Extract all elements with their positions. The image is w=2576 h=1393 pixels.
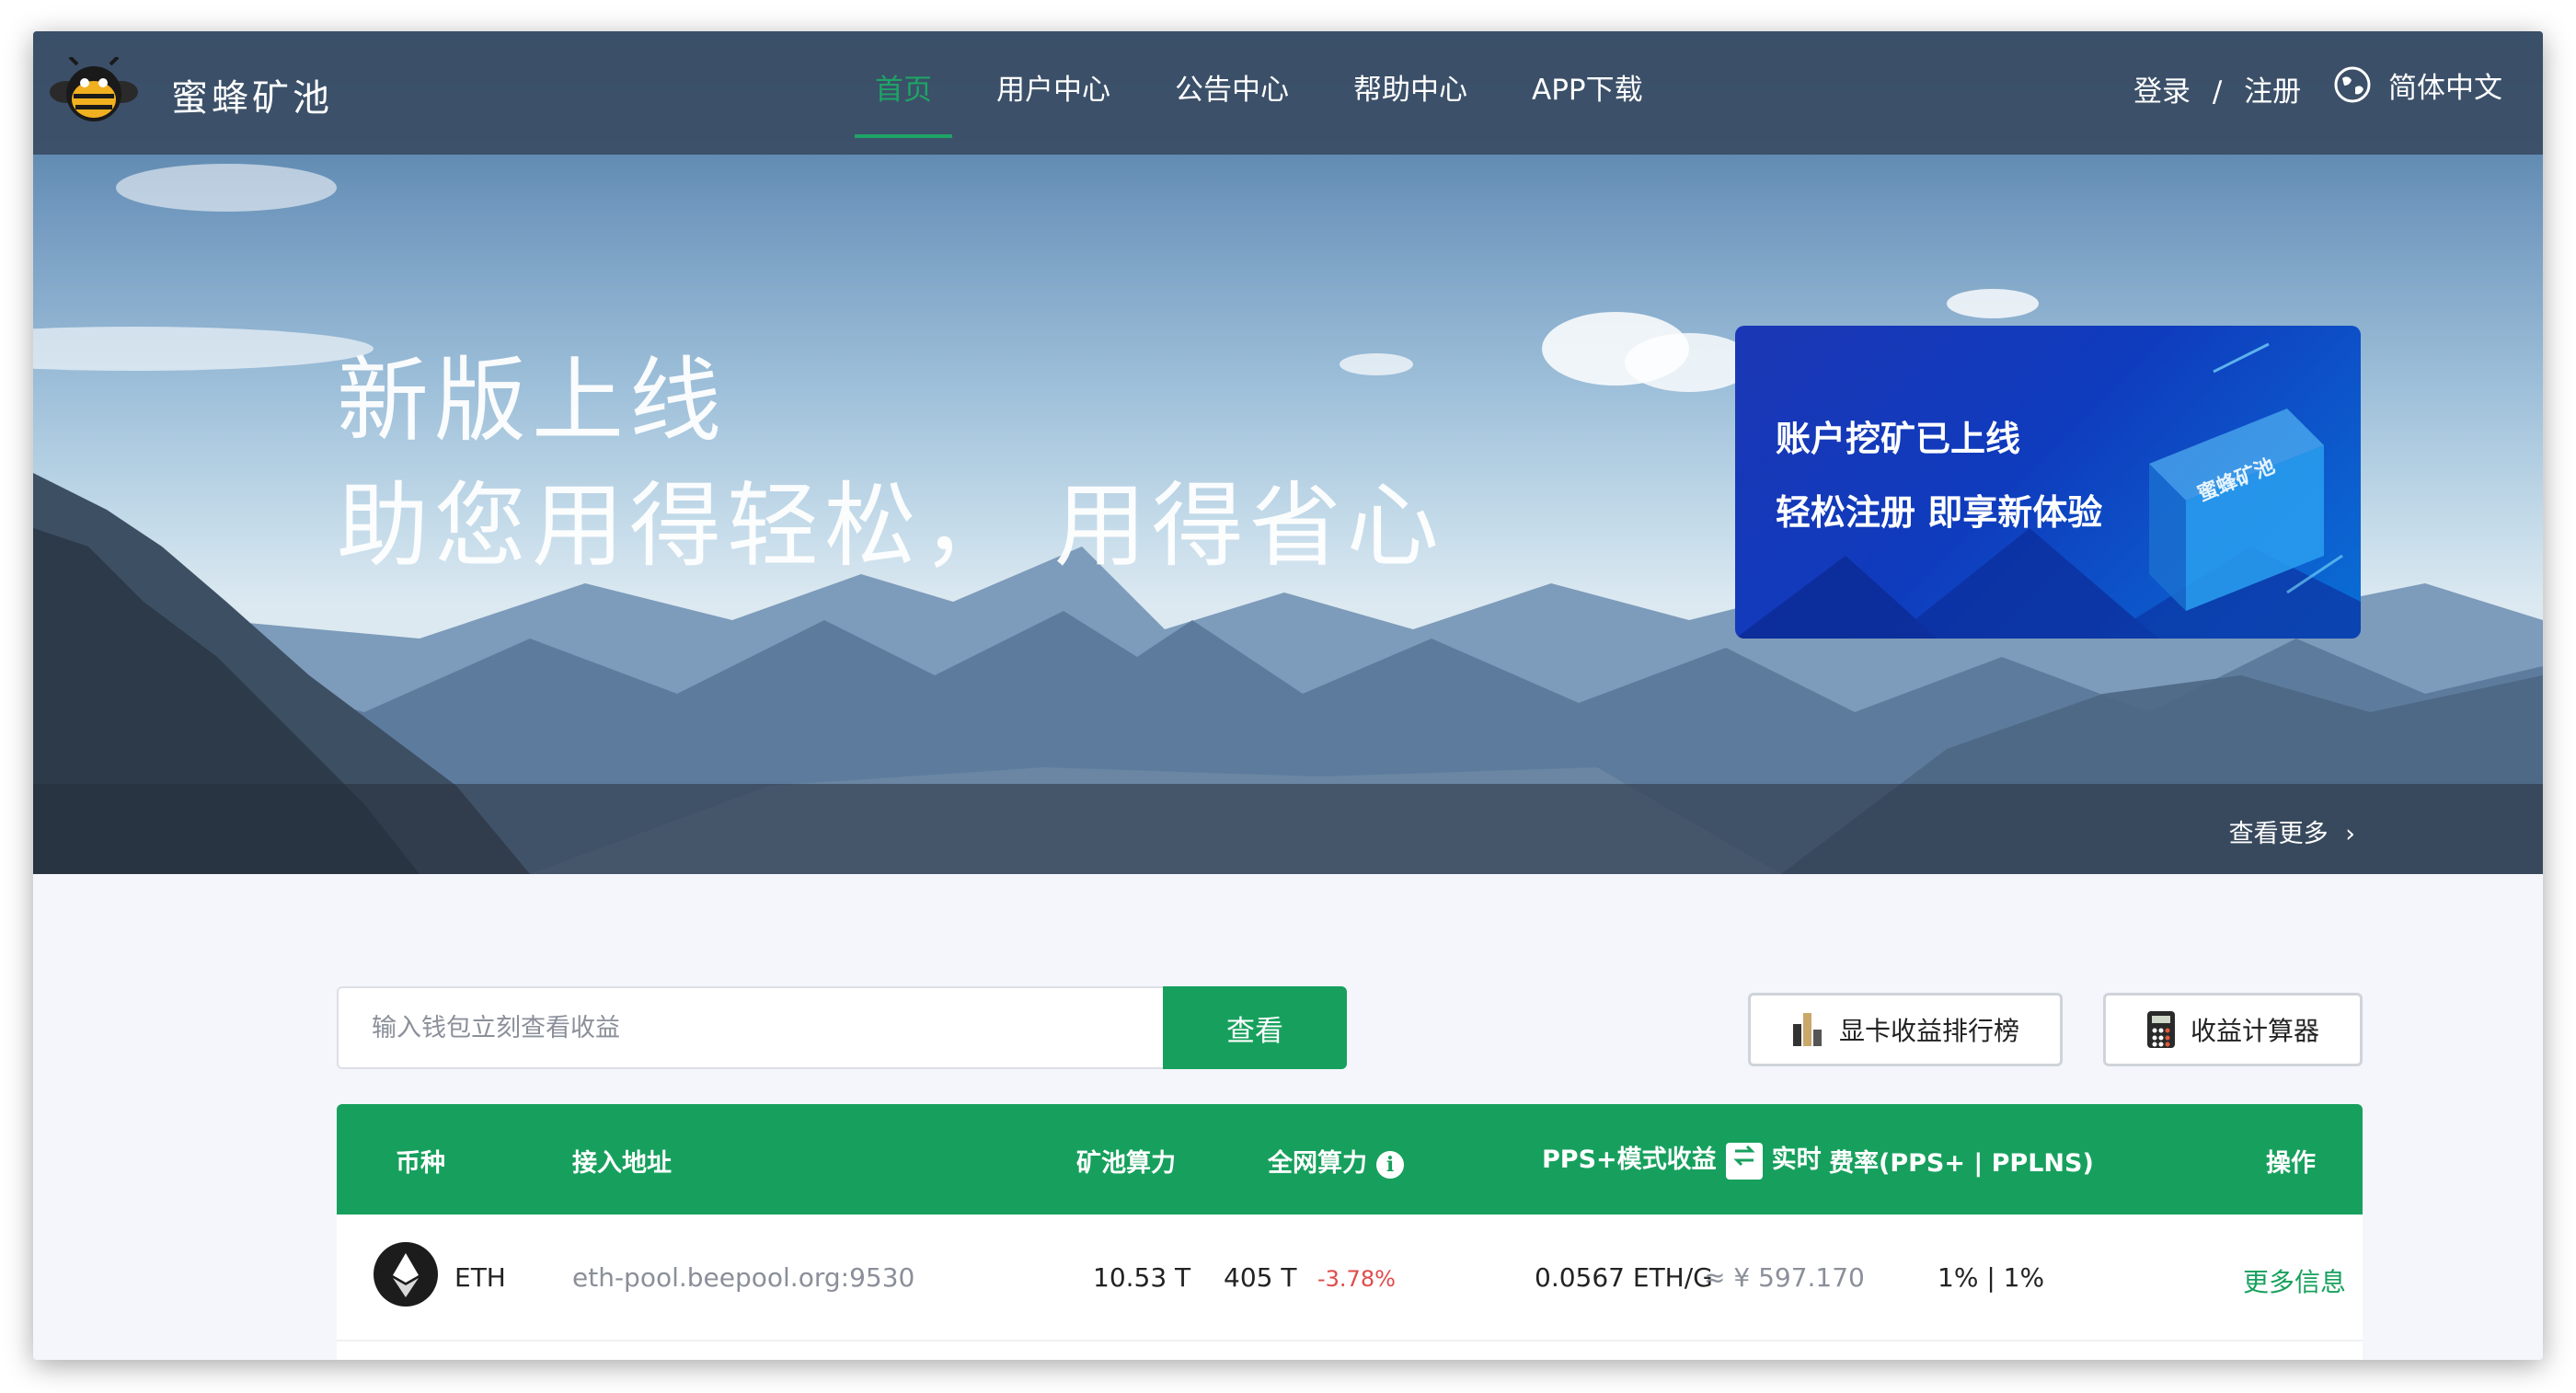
- ethereum-icon: [374, 1242, 438, 1307]
- table-row: ETH eth-pool.beepool.org:9530 10.53 T 40…: [337, 1215, 2363, 1340]
- bar-chart-icon: [1792, 1013, 1822, 1046]
- auth-separator: /: [2212, 75, 2223, 109]
- promo-banner[interactable]: 账户挖矿已上线 轻松注册 即享新体验 蜜蜂矿池: [1735, 326, 2361, 639]
- nav-announcements[interactable]: 公告中心: [1155, 31, 1309, 155]
- calculator-button[interactable]: 收益计算器: [2103, 993, 2363, 1066]
- nav-user-center[interactable]: 用户中心: [976, 31, 1131, 155]
- calculator-icon: [2146, 1011, 2175, 1048]
- browser-window: 新版上线 助您用得轻松， 用得省心 账户挖矿已上线 轻松注册 即享新体验 蜜蜂矿…: [33, 31, 2543, 1360]
- pool-hashrate: 10.53 T: [1093, 1262, 1191, 1293]
- language-selector[interactable]: 简体中文: [2333, 64, 2502, 105]
- register-link[interactable]: 注册: [2244, 75, 2301, 109]
- hero-banner: 新版上线 助您用得轻松， 用得省心 账户挖矿已上线 轻松注册 即享新体验 蜜蜂矿…: [33, 31, 2543, 874]
- view-more-label: 查看更多: [2228, 820, 2329, 848]
- header-pps-income: PPS+模式收益: [1542, 1145, 1717, 1174]
- header-pool-hashrate: 矿池算力: [1076, 1149, 1176, 1178]
- fee-rate: 1% | 1%: [1938, 1262, 2045, 1293]
- hero-footer-bar: [33, 784, 2543, 874]
- globe-icon: [2334, 66, 2371, 103]
- more-info-link[interactable]: 更多信息: [2243, 1262, 2346, 1299]
- header-network-hashrate-wrap: 全网算力 i: [1268, 1143, 1404, 1179]
- brand-name[interactable]: 蜜蜂矿池: [171, 68, 333, 121]
- header-network-hashrate: 全网算力: [1268, 1149, 1367, 1178]
- pool-address: eth-pool.beepool.org:9530: [572, 1262, 915, 1293]
- info-icon[interactable]: i: [1376, 1150, 1404, 1179]
- bee-logo-icon[interactable]: [50, 57, 138, 127]
- header-action: 操作: [2266, 1149, 2316, 1178]
- pool-table: 币种 接入地址 矿池算力 全网算力 i PPS+模式收益 实时 费率(PPS+ | …: [337, 1104, 2363, 1360]
- header-address: 接入地址: [572, 1149, 672, 1178]
- table-row: [337, 1340, 2363, 1360]
- calculator-label: 收益计算器: [2190, 1016, 2319, 1046]
- search-button[interactable]: 查看: [1163, 986, 1347, 1069]
- promo-line2: 轻松注册 即享新体验: [1776, 492, 2103, 533]
- main-menu: 首页 用户中心 公告中心 帮助中心 APP下载: [855, 31, 1687, 155]
- gpu-ranking-button[interactable]: 显卡收益排行榜: [1748, 993, 2063, 1066]
- nav-home[interactable]: 首页: [855, 31, 952, 155]
- table-header: 币种 接入地址 矿池算力 全网算力 i PPS+模式收益 实时 费率(PPS+ | …: [337, 1104, 2363, 1215]
- gpu-ranking-label: 显卡收益排行榜: [1838, 1016, 2019, 1046]
- top-navbar: 蜜蜂矿池 首页 用户中心 公告中心 帮助中心 APP下载 登录 / 注册 简体中…: [33, 31, 2543, 155]
- swap-icon[interactable]: [1725, 1142, 1763, 1180]
- pps-income: 0.0567 ETH/G: [1535, 1262, 1713, 1293]
- header-coin: 币种: [396, 1149, 445, 1178]
- wallet-search-input[interactable]: [337, 986, 1165, 1069]
- header-pps-wrap: PPS+模式收益 实时: [1542, 1139, 1822, 1180]
- promo-graphic: [1735, 342, 2361, 639]
- nav-help-center[interactable]: 帮助中心: [1333, 31, 1488, 155]
- coin-name: ETH: [454, 1262, 506, 1293]
- header-fee: 费率(PPS+ | PPLNS): [1829, 1149, 2094, 1178]
- promo-line1: 账户挖矿已上线: [1776, 419, 2021, 459]
- auth-links: 登录 / 注册: [2133, 68, 2301, 109]
- language-label: 简体中文: [2388, 71, 2502, 105]
- hero-subtitle: 助您用得轻松， 用得省心: [337, 472, 1444, 580]
- nav-app-download[interactable]: APP下载: [1512, 31, 1663, 155]
- hashrate-change: -3.78%: [1317, 1266, 1396, 1292]
- view-more-link[interactable]: 查看更多 ›: [2229, 813, 2355, 849]
- chevron-right-icon: ›: [2345, 820, 2355, 848]
- login-link[interactable]: 登录: [2133, 75, 2191, 109]
- header-realtime: 实时: [1771, 1145, 1822, 1174]
- hero-title: 新版上线: [337, 347, 727, 455]
- network-hashrate: 405 T: [1224, 1262, 1297, 1293]
- pps-income-cny: ≈ ¥ 597.170: [1704, 1262, 1865, 1293]
